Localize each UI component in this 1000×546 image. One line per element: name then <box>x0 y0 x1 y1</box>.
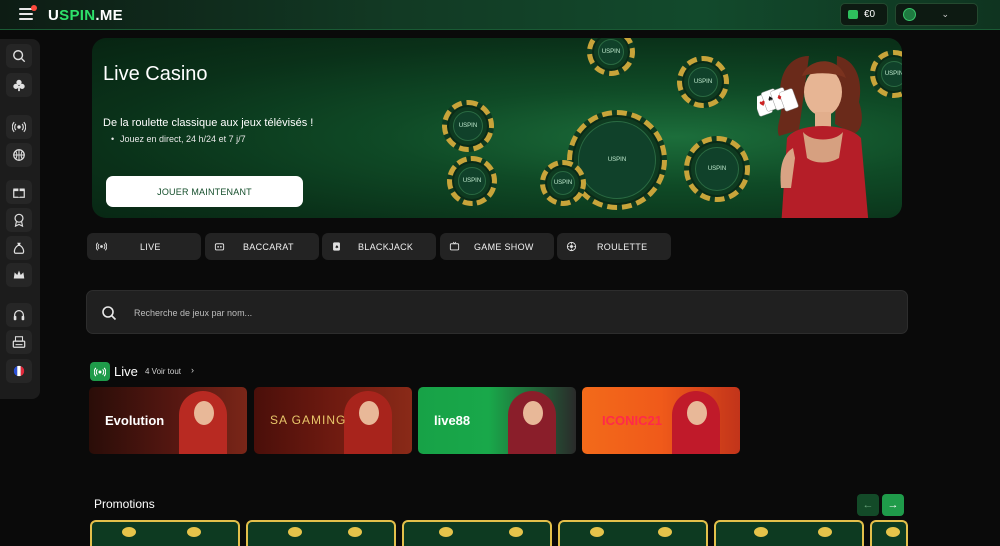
tab-label: BLACKJACK <box>358 242 414 252</box>
wallet-button[interactable]: €0 <box>840 3 888 26</box>
hero-banner: USPIN USPIN USPIN USPIN USPIN USPIN USPI… <box>92 38 902 218</box>
account-menu[interactable]: ⌄ <box>895 3 978 26</box>
casino-chip: USPIN <box>684 136 750 202</box>
menu-icon[interactable] <box>19 5 37 20</box>
coin-icon <box>187 527 201 537</box>
chevron-down-icon: ⌄ <box>941 9 949 19</box>
france-flag-icon[interactable] <box>6 359 32 383</box>
provider-card-iconic21[interactable]: ICONIC21 <box>582 387 740 454</box>
play-now-button[interactable]: JOUER MAINTENANT <box>106 176 303 207</box>
coin-icon <box>122 527 136 537</box>
card-icon: ♠ <box>333 242 340 251</box>
promo-card[interactable] <box>246 520 396 546</box>
provider-model-face <box>523 401 543 425</box>
coin-icon <box>288 527 302 537</box>
live-broadcast-icon <box>96 242 107 251</box>
avatar <box>903 8 916 21</box>
basketball-icon[interactable] <box>6 143 32 167</box>
wallet-icon <box>848 10 858 19</box>
coin-icon <box>754 527 768 537</box>
award-icon[interactable] <box>6 208 32 232</box>
carousel-prev-button[interactable]: ← <box>857 494 879 516</box>
tab-blackjack[interactable]: ♠ BLACKJACK <box>322 233 436 260</box>
coin-icon <box>590 527 604 537</box>
provider-card-live88[interactable]: live88 <box>418 387 576 454</box>
top-header: USPIN.ME €0 ⌄ <box>0 0 1000 30</box>
headset-icon[interactable] <box>6 303 32 327</box>
tab-label: ROULETTE <box>597 242 648 252</box>
cashier-icon[interactable] <box>6 330 32 354</box>
tab-roulette[interactable]: ROULETTE <box>557 233 671 260</box>
roulette-icon <box>566 241 577 252</box>
coin-icon <box>509 527 523 537</box>
provider-name: SA GAMING <box>270 413 347 427</box>
section-title: Live <box>114 364 138 379</box>
carousel-next-button[interactable]: → <box>882 494 904 516</box>
gift-icon[interactable] <box>6 180 32 204</box>
crown-icon[interactable] <box>6 263 32 287</box>
promo-card[interactable] <box>870 520 908 546</box>
club-icon[interactable] <box>6 73 32 97</box>
hero-bullet: Jouez en direct, 24 h/24 et 7 j/7 <box>111 134 246 144</box>
coin-icon <box>658 527 672 537</box>
game-search <box>86 290 908 334</box>
tab-label: LIVE <box>140 242 161 252</box>
provider-card-evolution[interactable]: Evolution <box>89 387 247 454</box>
provider-model-face <box>359 401 379 425</box>
promo-card[interactable] <box>558 520 708 546</box>
site-logo[interactable]: USPIN.ME <box>48 7 123 24</box>
coin-icon <box>818 527 832 537</box>
chevron-right-icon[interactable]: › <box>191 365 194 375</box>
promo-card[interactable] <box>402 520 552 546</box>
casino-chip: USPIN <box>587 38 635 76</box>
dealer-woman-image: ♥ ♠ ♦ <box>757 56 869 218</box>
money-bag-icon[interactable] <box>6 236 32 260</box>
casino-chip: USPIN <box>442 100 494 152</box>
provider-name: live88 <box>434 413 471 428</box>
provider-name: Evolution <box>105 413 165 428</box>
live-broadcast-icon[interactable] <box>6 115 32 139</box>
casino-chip: USPIN <box>447 156 497 206</box>
live-section-icon <box>90 362 110 381</box>
tab-game-show[interactable]: GAME SHOW <box>440 233 554 260</box>
coin-icon <box>439 527 453 537</box>
section-title: Promotions <box>94 497 155 511</box>
search-input[interactable] <box>134 304 834 322</box>
coin-icon <box>348 527 362 537</box>
svg-text:♠: ♠ <box>335 245 340 251</box>
search-icon <box>102 306 117 321</box>
hero-subtitle: De la roulette classique aux jeux télévi… <box>103 117 314 129</box>
tab-label: BACCARAT <box>243 242 294 252</box>
promo-card[interactable] <box>90 520 240 546</box>
tv-icon <box>449 241 460 251</box>
balance-amount: €0 <box>864 9 876 20</box>
hero-title: Live Casino <box>103 63 208 85</box>
sidebar <box>0 39 40 399</box>
provider-model-face <box>687 401 707 425</box>
search-icon[interactable] <box>6 44 32 68</box>
cards-icon <box>214 243 225 251</box>
tab-live[interactable]: LIVE <box>87 233 201 260</box>
coin-icon <box>886 527 900 537</box>
see-all-link[interactable]: 4 Voir tout <box>145 367 181 376</box>
provider-card-sa-gaming[interactable]: SA GAMING <box>254 387 412 454</box>
provider-model-face <box>194 401 214 425</box>
notification-dot <box>31 5 37 11</box>
promo-card[interactable] <box>714 520 864 546</box>
tab-baccarat[interactable]: BACCARAT <box>205 233 319 260</box>
casino-chip: USPIN <box>540 160 586 206</box>
provider-name: ICONIC21 <box>602 413 662 428</box>
tab-label: GAME SHOW <box>474 242 534 252</box>
casino-chip: USPIN <box>677 56 729 108</box>
